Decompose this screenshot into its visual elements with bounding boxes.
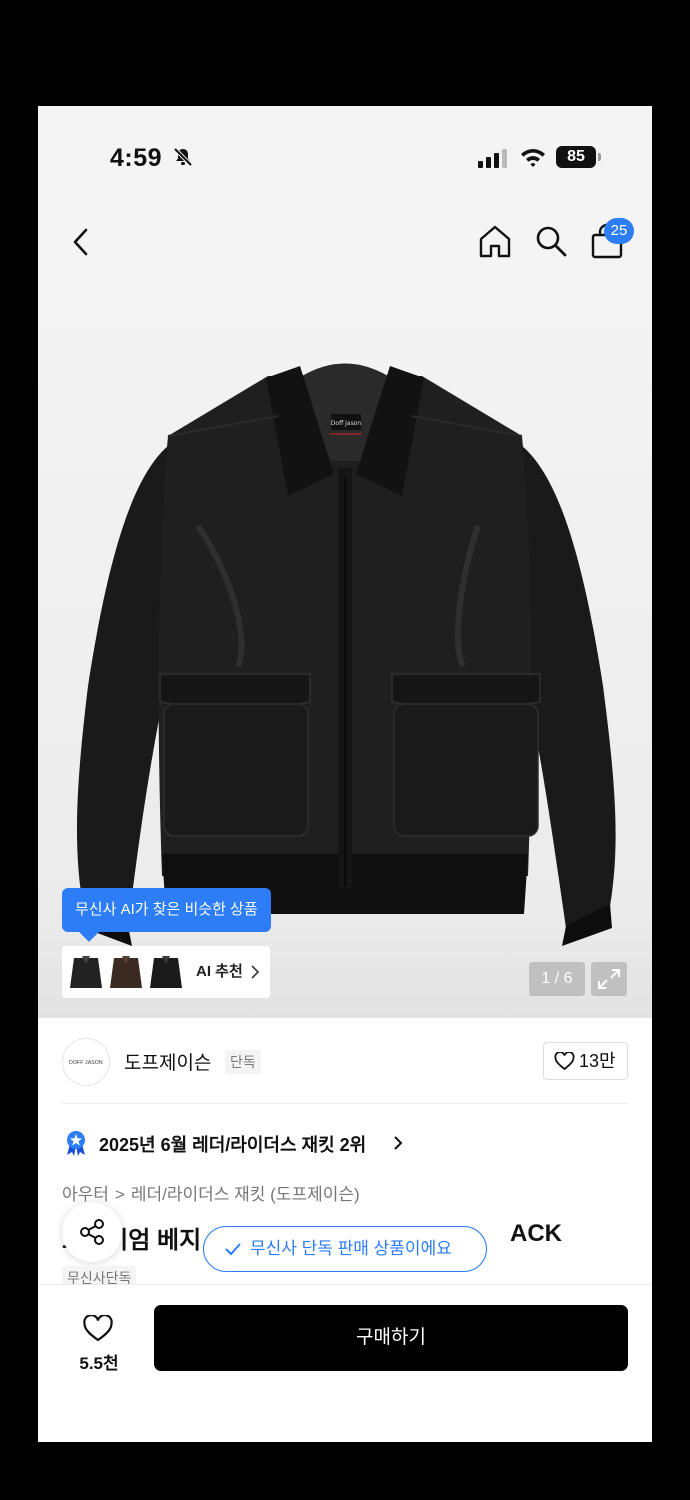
recommend-thumb[interactable]: [148, 952, 184, 992]
clock: 4:59: [110, 144, 163, 172]
exclusive-notice-text: 무신사 단독 판매 상품이에요: [250, 1239, 452, 1258]
recommend-thumb[interactable]: [108, 952, 144, 992]
divider: [62, 1103, 628, 1104]
share-icon: [80, 1219, 104, 1245]
ranking-text: 2025년 6월 레더/라이더스 재킷 2위: [99, 1135, 367, 1155]
ai-recommend-label: AI 추천: [196, 963, 243, 980]
brand-row[interactable]: DOFF JASON 도프제이슨 단독 13만: [38, 1018, 652, 1104]
ai-recommend-card[interactable]: AI 추천: [62, 946, 270, 998]
breadcrumb-separator: >: [114, 1185, 125, 1204]
chevron-right-icon: [394, 1136, 403, 1150]
exclusive-notice-toast: 무신사 단독 판매 상품이에요: [203, 1226, 487, 1272]
bell-slash-icon: [173, 147, 193, 167]
cart-count-badge: 25: [604, 218, 634, 244]
home-icon[interactable]: [476, 222, 514, 260]
product-logo: Doff Jason: [331, 420, 362, 427]
battery-icon: 85: [556, 146, 601, 168]
search-icon[interactable]: [532, 222, 570, 260]
wifi-icon: [521, 149, 545, 167]
signal-icon: [478, 149, 507, 168]
expand-icon[interactable]: [591, 962, 627, 996]
brand-like-button[interactable]: 13만: [543, 1042, 628, 1080]
brand-logo[interactable]: DOFF JASON: [62, 1038, 110, 1086]
recommend-thumb[interactable]: [68, 952, 104, 992]
status-bar: 4:59 85: [38, 106, 652, 206]
top-nav: 25: [38, 206, 652, 286]
back-icon[interactable]: [66, 224, 96, 260]
brand-name[interactable]: 도프제이슨: [124, 1048, 211, 1075]
image-pager: 1 / 6: [529, 962, 585, 996]
heart-icon: [554, 1052, 575, 1071]
check-icon: [225, 1243, 241, 1256]
breadcrumb: 아우터 > 레더/라이더스 재킷 (도프제이슨): [62, 1180, 360, 1205]
chevron-right-icon: [251, 965, 260, 979]
ai-recommend-tooltip[interactable]: 무신사 AI가 찾은 비슷한 상품: [62, 888, 271, 932]
medal-icon: [67, 1131, 85, 1156]
breadcrumb-level1[interactable]: 아우터: [62, 1185, 109, 1204]
product-title-right: ACK: [510, 1220, 562, 1247]
bottom-action-bar: 5.5천 구매하기: [38, 1284, 652, 1442]
heart-icon: [83, 1315, 113, 1342]
share-button[interactable]: [62, 1202, 122, 1262]
phone-screen: 4:59 85 25 Doff Jason 무신사 AI가 찾은 비슷한 상품 …: [38, 106, 652, 1442]
brand-exclusive-tag: 단독: [225, 1050, 261, 1074]
ranking-row[interactable]: 2025년 6월 레더/라이더스 재킷 2위: [62, 1126, 632, 1160]
wishlist-count: 5.5천: [79, 1354, 119, 1373]
breadcrumb-level2[interactable]: 레더/라이더스 재킷 (도프제이슨): [131, 1185, 360, 1204]
brand-like-count: 13만: [579, 1051, 616, 1071]
product-image-gallery[interactable]: Doff Jason 무신사 AI가 찾은 비슷한 상품 AI 추천 1 / 6: [38, 286, 652, 1018]
wishlist-button[interactable]: 5.5천: [66, 1307, 132, 1377]
buy-button[interactable]: 구매하기: [154, 1305, 628, 1371]
